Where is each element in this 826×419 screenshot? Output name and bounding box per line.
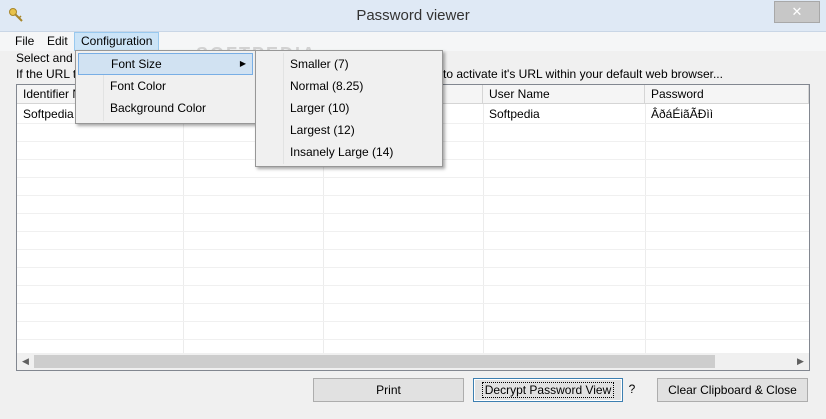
help-button[interactable]: ? bbox=[624, 378, 640, 402]
info-line-2-start: If the URL te bbox=[16, 67, 83, 81]
configuration-menu: Font Size ▶ Font Color Background Color bbox=[75, 50, 256, 124]
close-button[interactable]: ✕ bbox=[774, 1, 820, 23]
font-size-largest[interactable]: Largest (12) bbox=[258, 119, 440, 141]
grid-row-line bbox=[17, 195, 809, 196]
clear-clipboard-close-button[interactable]: Clear Clipboard & Close bbox=[657, 378, 808, 402]
cell-password[interactable]: ÂðáÉiãÃÐìì bbox=[645, 105, 713, 123]
scroll-left-icon[interactable]: ◀ bbox=[17, 353, 34, 370]
cell-user-name[interactable]: Softpedia bbox=[483, 105, 540, 123]
decrypt-password-view-button[interactable]: Decrypt Password View bbox=[473, 378, 623, 402]
info-line-2-end: to activate it's URL within your default… bbox=[443, 67, 723, 81]
grid-row-line bbox=[17, 213, 809, 214]
decrypt-button-label: Decrypt Password View bbox=[481, 382, 615, 398]
cell-identifier[interactable]: Softpedia bbox=[17, 105, 74, 123]
menu-background-color[interactable]: Background Color bbox=[78, 97, 253, 119]
scroll-right-icon[interactable]: ▶ bbox=[792, 353, 809, 370]
font-size-submenu: Smaller (7) Normal (8.25) Larger (10) La… bbox=[255, 50, 443, 167]
print-button[interactable]: Print bbox=[313, 378, 464, 402]
horizontal-scrollbar[interactable]: ◀ ▶ bbox=[17, 353, 809, 370]
column-password[interactable]: Password bbox=[645, 85, 809, 103]
font-size-larger[interactable]: Larger (10) bbox=[258, 97, 440, 119]
grid-row-line bbox=[17, 249, 809, 250]
grid-row-line bbox=[17, 339, 809, 340]
grid-row-line bbox=[17, 321, 809, 322]
menu-configuration[interactable]: Configuration bbox=[74, 32, 160, 51]
grid-row-line bbox=[17, 231, 809, 232]
window-title: Password viewer bbox=[356, 7, 470, 24]
font-size-normal[interactable]: Normal (8.25) bbox=[258, 75, 440, 97]
menu-font-size[interactable]: Font Size ▶ bbox=[78, 53, 253, 75]
submenu-arrow-icon: ▶ bbox=[239, 59, 246, 68]
grid-row-line bbox=[17, 267, 809, 268]
font-size-label: Font Size bbox=[111, 57, 162, 71]
scrollbar-thumb[interactable] bbox=[34, 355, 715, 368]
menu-edit[interactable]: Edit bbox=[41, 32, 74, 51]
grid-row-line bbox=[17, 303, 809, 304]
grid-row-line bbox=[17, 177, 809, 178]
font-size-insanely-large[interactable]: Insanely Large (14) bbox=[258, 141, 440, 163]
menu-file[interactable]: File bbox=[9, 32, 40, 51]
close-icon: ✕ bbox=[791, 4, 803, 19]
font-size-smaller[interactable]: Smaller (7) bbox=[258, 53, 440, 75]
grid-row-line bbox=[17, 285, 809, 286]
menu-bar: File Edit Configuration bbox=[0, 32, 826, 51]
title-bar: Password viewer ✕ bbox=[0, 0, 826, 32]
column-user-name[interactable]: User Name bbox=[483, 85, 645, 103]
menu-font-color[interactable]: Font Color bbox=[78, 75, 253, 97]
